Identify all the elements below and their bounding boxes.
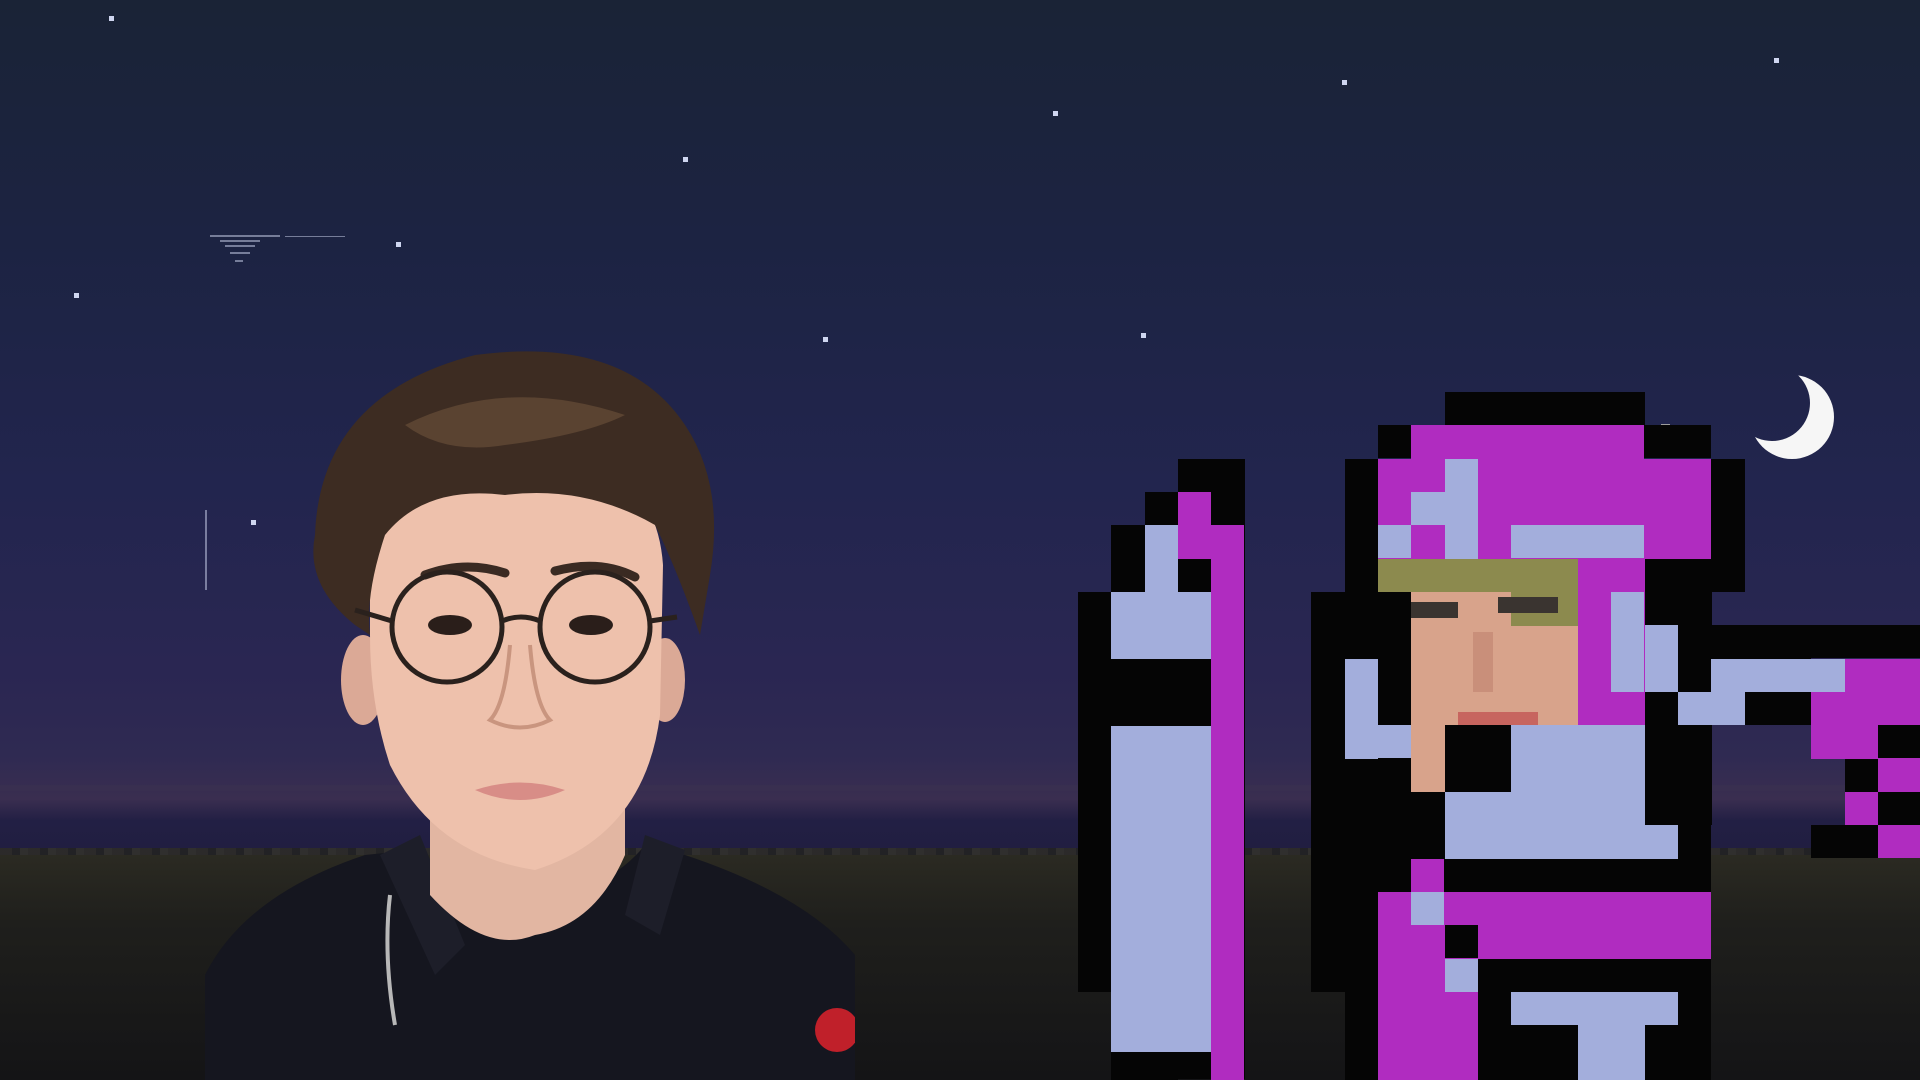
star-icon	[1141, 333, 1146, 338]
star-icon	[1053, 111, 1058, 116]
star-icon	[1342, 80, 1347, 85]
person-photo	[205, 351, 855, 1080]
pixel-warrior-sprite	[1078, 392, 1920, 1080]
shield	[1078, 459, 1245, 1080]
star-icon	[109, 16, 114, 21]
star-icon	[74, 293, 79, 298]
star-icon	[1774, 58, 1779, 63]
star-icon	[683, 157, 688, 162]
right-arm	[1678, 625, 1920, 858]
night-sky-scene	[0, 0, 1920, 1080]
